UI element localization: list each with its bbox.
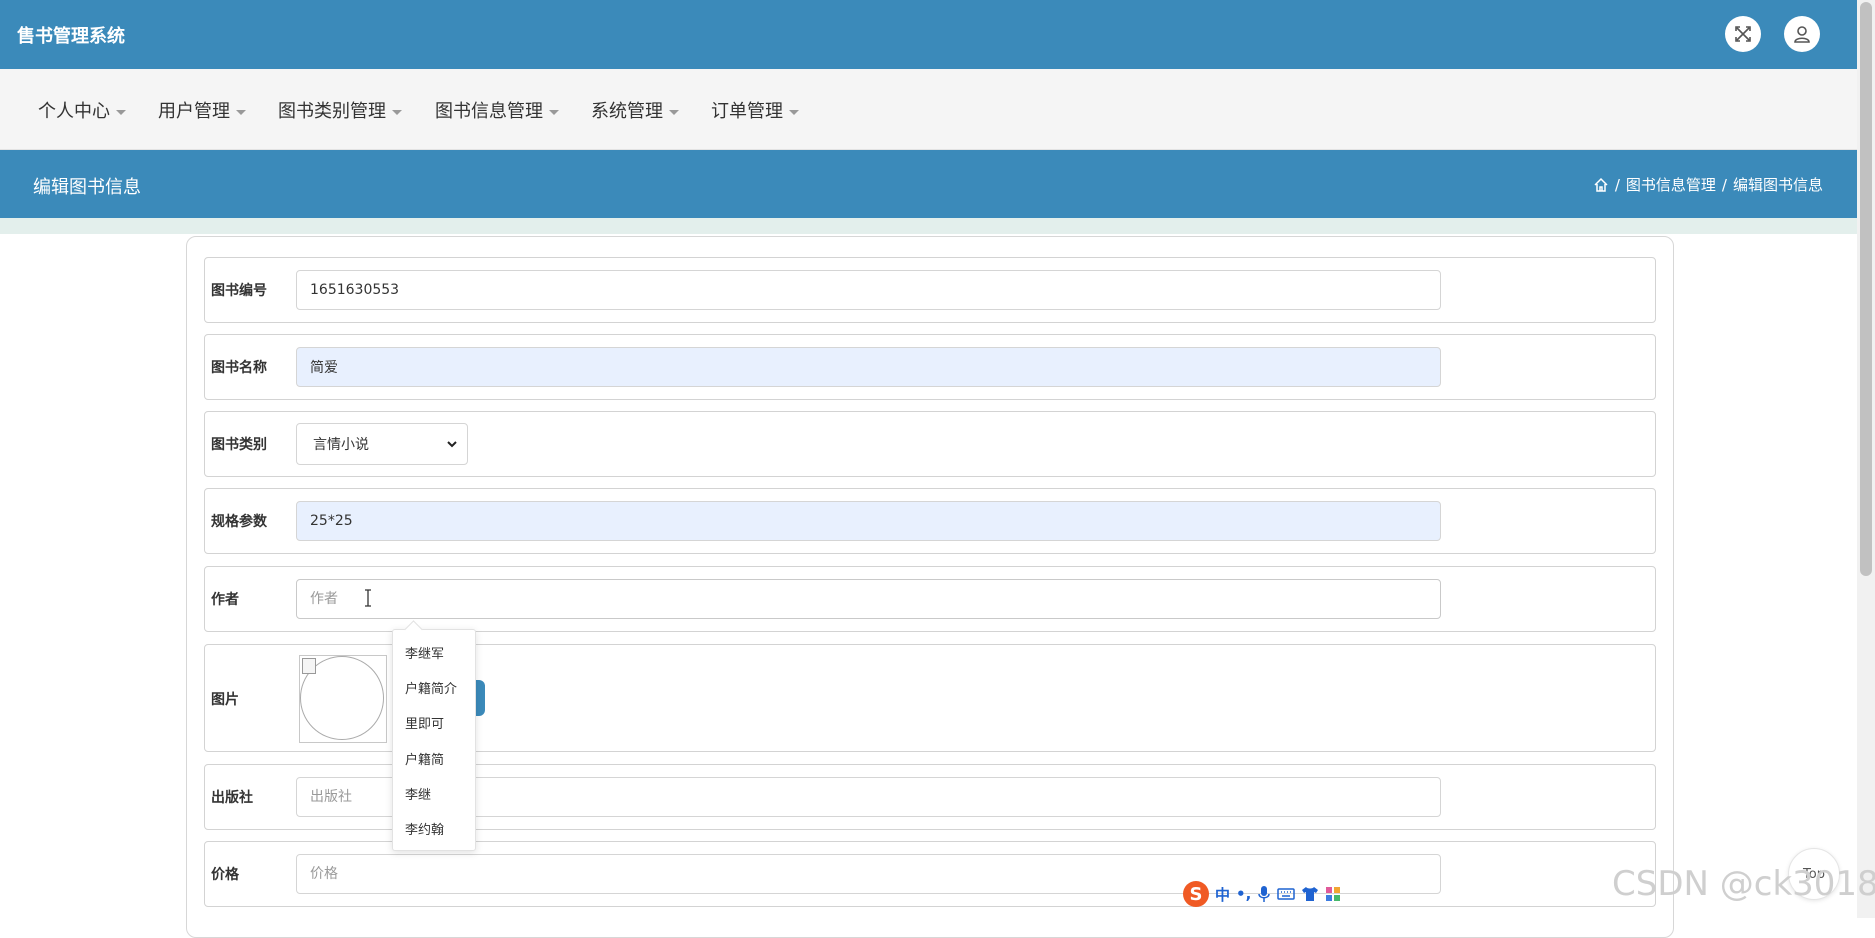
autocomplete-item[interactable]: 户籍简介 <box>405 678 457 697</box>
fullscreen-icon <box>1735 26 1751 42</box>
nav-item-personal-center[interactable]: 个人中心 <box>38 97 126 123</box>
breadcrumb: / 图书信息管理 / 编辑图书信息 <box>1593 174 1823 195</box>
author-input[interactable] <box>296 579 1441 619</box>
app-title: 售书管理系统 <box>17 26 125 47</box>
price-label: 价格 <box>211 867 239 883</box>
caret-down-icon <box>549 109 559 115</box>
header-strip <box>0 218 1857 234</box>
nav-item-book-category-management[interactable]: 图书类别管理 <box>278 97 402 123</box>
category-select[interactable]: 言情小说 <box>296 423 468 465</box>
microphone-icon[interactable] <box>1257 885 1271 903</box>
toolbox-grid-icon[interactable] <box>1325 886 1341 902</box>
nav-item-label: 系统管理 <box>591 101 663 122</box>
ime-punctuation-toggle[interactable]: •, <box>1236 885 1251 903</box>
nav-item-order-management[interactable]: 订单管理 <box>711 97 799 123</box>
spec-input[interactable] <box>296 501 1441 541</box>
caret-down-icon <box>392 109 402 115</box>
caret-down-icon <box>669 109 679 115</box>
book-image-preview[interactable] <box>299 655 387 743</box>
chevron-down-icon <box>447 441 457 448</box>
user-icon <box>1794 26 1810 43</box>
caret-down-icon <box>116 109 126 115</box>
nav-item-label: 图书信息管理 <box>435 101 543 122</box>
sogou-logo-icon[interactable]: S <box>1183 881 1209 907</box>
ime-toolbar: S 中 •, <box>1183 880 1358 908</box>
book-name-label: 图书名称 <box>211 360 267 376</box>
breadcrumb-separator: / <box>1721 175 1727 194</box>
breadcrumb-separator: / <box>1614 175 1620 194</box>
nav-item-system-management[interactable]: 系统管理 <box>591 97 679 123</box>
user-button[interactable] <box>1784 16 1820 52</box>
book-name-input[interactable] <box>296 347 1441 387</box>
form-row-author: 作者 <box>204 566 1656 632</box>
book-no-label: 图书编号 <box>211 283 267 299</box>
csdn-watermark: CSDN @ck3018 <box>1612 864 1875 904</box>
autocomplete-item[interactable]: 里即可 <box>405 713 444 732</box>
category-label: 图书类别 <box>211 437 267 453</box>
caret-down-icon <box>789 109 799 115</box>
nav-item-label: 图书类别管理 <box>278 101 386 122</box>
nav-item-user-management[interactable]: 用户管理 <box>158 97 246 123</box>
page-header: 编辑图书信息 / 图书信息管理 / 编辑图书信息 <box>0 150 1857 218</box>
broken-image-icon <box>302 658 316 674</box>
autocomplete-item[interactable]: 李继 <box>405 784 431 803</box>
ime-mode-toggle[interactable]: 中 <box>1215 884 1230 905</box>
breadcrumb-current: 编辑图书信息 <box>1732 176 1823 194</box>
main-nav: 个人中心 用户管理 图书类别管理 图书信息管理 系统管理 订单管理 <box>0 69 1857 150</box>
author-label: 作者 <box>211 592 239 608</box>
page-title: 编辑图书信息 <box>33 177 141 198</box>
skin-shirt-icon[interactable] <box>1301 886 1319 902</box>
text-cursor-icon <box>365 589 371 607</box>
nav-item-book-info-management[interactable]: 图书信息管理 <box>435 97 559 123</box>
breadcrumb-section-link[interactable]: 图书信息管理 <box>1626 174 1716 195</box>
form-row-book-no: 图书编号 <box>204 257 1656 323</box>
top-bar: 售书管理系统 <box>0 0 1857 69</box>
form-row-spec: 规格参数 <box>204 488 1656 554</box>
publisher-label: 出版社 <box>211 790 253 806</box>
category-selected-value: 言情小说 <box>313 437 369 453</box>
form-row-category: 图书类别 言情小说 <box>204 411 1656 477</box>
nav-item-label: 用户管理 <box>158 101 230 122</box>
autocomplete-item[interactable]: 户籍简 <box>405 749 444 768</box>
author-autocomplete-dropdown: 李继军 户籍简介 里即可 户籍简 李继 李约翰 <box>392 620 476 851</box>
form-row-book-name: 图书名称 <box>204 334 1656 400</box>
autocomplete-item[interactable]: 李继军 <box>405 643 444 662</box>
nav-item-label: 个人中心 <box>38 101 110 122</box>
caret-down-icon <box>236 109 246 115</box>
book-no-input[interactable] <box>296 270 1441 310</box>
fullscreen-button[interactable] <box>1725 16 1761 52</box>
autocomplete-item[interactable]: 李约翰 <box>405 819 444 838</box>
keyboard-icon[interactable] <box>1277 887 1296 901</box>
home-icon[interactable] <box>1593 177 1609 193</box>
image-label: 图片 <box>211 692 239 708</box>
nav-item-label: 订单管理 <box>711 101 783 122</box>
page-scrollbar-thumb[interactable] <box>1860 2 1872 576</box>
spec-label: 规格参数 <box>211 514 267 530</box>
